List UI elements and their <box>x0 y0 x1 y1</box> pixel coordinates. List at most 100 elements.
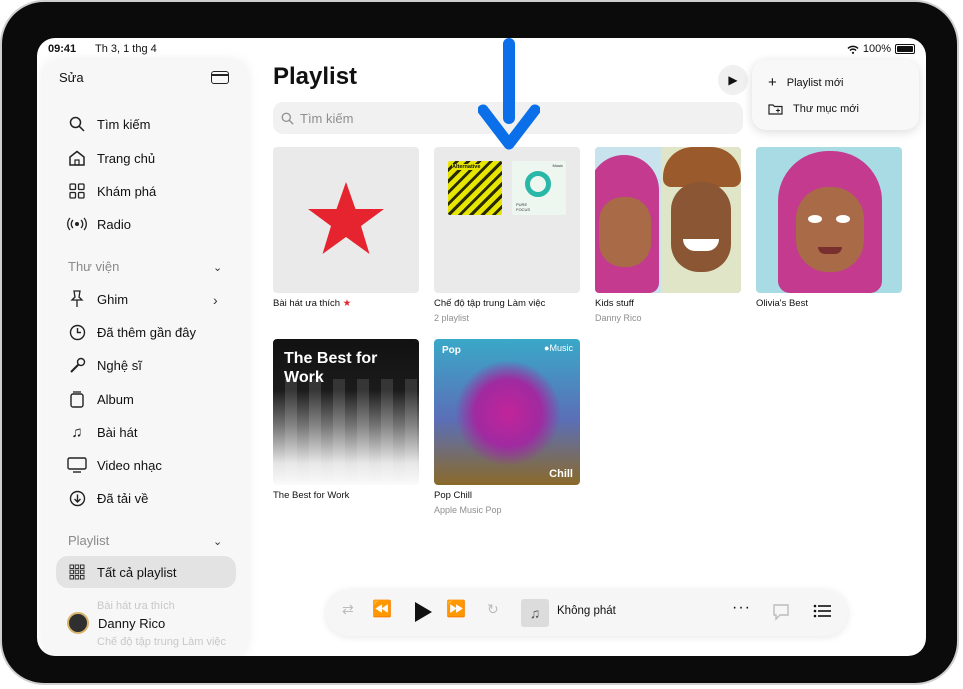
annotation-arrow-icon <box>478 38 540 150</box>
menu-item-label: Playlist mới <box>786 76 844 89</box>
music-note-icon: ♫ <box>71 423 83 441</box>
chevron-right-icon[interactable]: › <box>213 292 218 308</box>
sidebar-item-label: Tìm kiếm <box>97 116 151 132</box>
album-icon <box>67 389 87 409</box>
menu-item-label: Thư mục mới <box>793 103 859 115</box>
playlist-title-best-for-work[interactable]: The Best for Work <box>273 490 349 501</box>
memoji-hat <box>661 147 741 293</box>
microphone-icon <box>67 355 87 375</box>
playlist-artwork-kids-stuff[interactable] <box>595 147 741 293</box>
sidebar-item-label: Khám phá <box>97 183 157 199</box>
sidebar-item-label: Album <box>97 391 134 407</box>
sidebar-item-home[interactable]: Trang chủ <box>67 147 155 169</box>
queue-icon[interactable] <box>813 604 831 618</box>
alternative-label: Alternative <box>452 164 481 170</box>
chevron-down-icon[interactable]: ⌄ <box>213 261 222 274</box>
sidebar-item-downloaded[interactable]: Đã tải về <box>67 487 148 509</box>
playlist-heading[interactable]: Playlist <box>68 533 109 548</box>
play-icon: ▶ <box>728 73 738 87</box>
playlist-subtitle-pop-chill: Apple Music Pop <box>434 505 502 515</box>
artwork-pop-label: Pop <box>442 345 461 356</box>
sidebar-item-label: Nghệ sĩ <box>97 357 142 373</box>
edit-button[interactable]: Sửa <box>59 70 84 85</box>
search-placeholder: Tìm kiếm <box>300 110 354 126</box>
playlist-subtitle-kids-stuff: Danny Rico <box>595 313 642 323</box>
playlist-folder-focus[interactable]: Alternative Music PURE FOCUS <box>434 147 580 293</box>
playlist-artwork-best-for-work[interactable]: The Best for Work <box>273 339 419 485</box>
shuffle-icon[interactable]: ⇄ <box>342 601 354 618</box>
playlist-title-kids-stuff[interactable]: Kids stuff <box>595 298 634 309</box>
previous-icon[interactable]: ⏪ <box>372 599 392 619</box>
sidebar-item-all-playlists[interactable]: Tất cả playlist <box>67 561 176 583</box>
memoji-pink-hair <box>595 147 661 293</box>
pure-focus-artwork: Music PURE FOCUS <box>512 161 566 215</box>
sidebar-item-favorites-faded[interactable]: Bài hát ưa thích <box>97 600 175 612</box>
repeat-icon[interactable]: ↻ <box>487 601 499 618</box>
star-icon <box>308 182 384 254</box>
sidebar-item-label: Ghim <box>97 291 129 307</box>
sidebar-item-albums[interactable]: Album <box>67 388 134 410</box>
page-title: Playlist <box>273 63 358 90</box>
sidebar-item-songs[interactable]: ♫ Bài hát <box>67 421 137 443</box>
user-account[interactable]: Danny Rico <box>67 612 165 634</box>
playlist-title-favorites[interactable]: Bài hát ưa thích ★ <box>273 298 351 309</box>
play-icon[interactable] <box>413 601 433 623</box>
search-icon <box>281 112 294 125</box>
playlist-title-text: Bài hát ưa thích <box>273 298 341 309</box>
lyrics-icon[interactable] <box>772 603 790 621</box>
playlist-subtitle-focus: 2 playlist <box>434 313 470 323</box>
add-menu-popup: + Playlist mới Thư mục mới <box>752 60 919 130</box>
sidebar-item-label: Trang chủ <box>97 150 156 166</box>
music-note-icon: ♫ <box>529 605 541 621</box>
next-icon[interactable]: ⏩ <box>446 599 466 619</box>
playlist-title-focus[interactable]: Chế độ tập trung Làm việc <box>434 298 545 309</box>
now-playing-artwork[interactable]: ♫ <box>521 599 549 627</box>
pure-focus-label: PURE FOCUS <box>516 202 530 212</box>
sidebar-item-music-videos[interactable]: Video nhạc <box>67 454 162 476</box>
sidebar-item-pinned[interactable]: Ghim <box>67 288 128 310</box>
now-playing-label[interactable]: Không phát <box>557 605 616 617</box>
sidebar-toggle-icon[interactable] <box>211 71 229 84</box>
chevron-down-icon[interactable]: ⌄ <box>213 535 222 548</box>
battery-icon <box>895 44 915 54</box>
sidebar: Sửa Tìm kiếm Trang chủ Khám phá Radio Th… <box>43 60 248 656</box>
sidebar-item-browse[interactable]: Khám phá <box>67 180 156 202</box>
sidebar-item-artists[interactable]: Nghệ sĩ <box>67 354 142 376</box>
apple-music-label: ●Music <box>544 343 573 353</box>
user-name: Danny Rico <box>98 615 166 631</box>
plus-icon: + <box>768 74 777 91</box>
sidebar-item-label: Radio <box>97 216 131 232</box>
sidebar-item-radio[interactable]: Radio <box>67 213 131 235</box>
menu-item-new-folder[interactable]: Thư mục mới <box>768 103 859 115</box>
hexagon-icon <box>525 171 551 197</box>
artwork-title-text: The Best for Work <box>284 350 378 386</box>
library-heading[interactable]: Thư viện <box>68 259 119 274</box>
playlist-title-pop-chill[interactable]: Pop Chill <box>434 490 472 501</box>
clock-icon <box>67 322 87 342</box>
sidebar-item-recently-added[interactable]: Đã thêm gần đây <box>67 321 196 343</box>
wifi-icon <box>847 45 859 54</box>
grid-icon <box>67 181 87 201</box>
status-date: Th 3, 1 thg 4 <box>95 43 157 55</box>
sidebar-item-search[interactable]: Tìm kiếm <box>67 113 150 135</box>
sidebar-item-focus-faded[interactable]: Chế độ tập trung Làm việc <box>97 636 226 648</box>
artwork-chill-label: Chill <box>549 468 573 480</box>
sidebar-item-label: Bài hát <box>97 424 138 440</box>
sidebar-item-label: Tất cả playlist <box>97 564 177 580</box>
playlist-artwork-olivias-best[interactable] <box>756 147 902 293</box>
download-icon <box>67 488 87 508</box>
play-all-button[interactable]: ▶ <box>718 65 748 95</box>
alternative-artwork: Alternative <box>448 161 502 215</box>
search-icon <box>67 114 87 134</box>
playlist-artwork-pop-chill[interactable]: Pop ●Music Chill <box>434 339 580 485</box>
more-icon[interactable]: ··· <box>732 599 751 617</box>
tv-icon <box>67 455 87 475</box>
radio-icon <box>67 214 87 234</box>
menu-item-new-playlist[interactable]: + Playlist mới <box>768 74 843 91</box>
playlist-title-olivias-best[interactable]: Olivia's Best <box>756 298 808 309</box>
sidebar-item-label: Video nhạc <box>97 457 162 473</box>
favorite-star-icon: ★ <box>342 298 352 309</box>
playlist-artwork-favorites[interactable] <box>273 147 419 293</box>
grid-dots-icon <box>67 562 87 582</box>
sidebar-item-label: Đã thêm gần đây <box>97 324 197 340</box>
